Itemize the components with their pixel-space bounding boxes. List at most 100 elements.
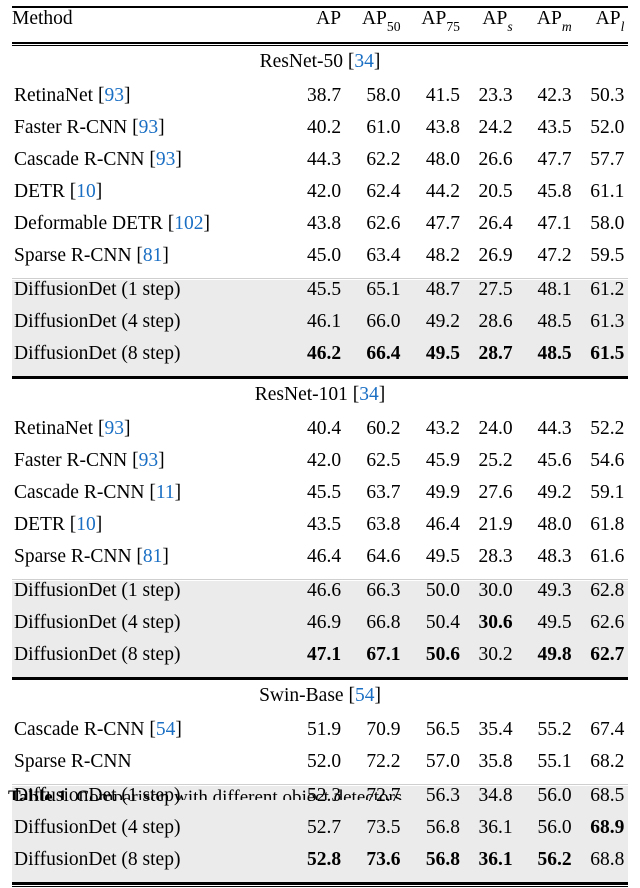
- row-spacer: [624, 645, 628, 677]
- cell-method: DiffusionDet (8 step): [12, 850, 289, 882]
- table-caption: Table 1. Comparison with different objec…: [8, 786, 632, 800]
- column-header-label: AP: [361, 8, 387, 29]
- cell-method: DETR [10]: [12, 515, 288, 547]
- row-spacer: [624, 246, 628, 278]
- method-citation[interactable]: [54]: [149, 719, 182, 740]
- cell-value: 57.7: [590, 149, 625, 170]
- section-header-cell: ResNet-50 [34]: [12, 48, 628, 86]
- method-citation[interactable]: [93]: [98, 85, 131, 106]
- cell-value: 24.0: [478, 418, 513, 439]
- cell-value: 63.4: [366, 245, 401, 266]
- cell-apl: 57.7: [572, 149, 625, 182]
- method-citation[interactable]: [93]: [132, 117, 165, 138]
- cell-value: 46.1: [306, 311, 342, 332]
- method-citation[interactable]: [10]: [70, 514, 103, 535]
- cell-aps: 35.4: [460, 720, 513, 752]
- cell-ap75: 50.6: [400, 645, 460, 677]
- cell-value: 52.7: [306, 817, 342, 838]
- column-header-subscript: 75: [446, 19, 460, 35]
- method-name: DiffusionDet (1 step): [14, 580, 181, 601]
- cell-aps: 36.1: [459, 818, 513, 850]
- table-row: DiffusionDet (1 step) 46.6 66.3 50.0 30.0 49.…: [12, 581, 628, 613]
- cell-value: 45.5: [306, 482, 342, 503]
- method-name: DiffusionDet (8 step): [14, 343, 181, 364]
- method-citation[interactable]: [11]: [149, 482, 181, 503]
- section-backbone-label: Swin-Base: [259, 685, 349, 706]
- column-header-ap50: AP50: [341, 8, 401, 42]
- cell-value: 59.1: [590, 482, 625, 503]
- cell-ap: 46.1: [288, 311, 342, 344]
- cell-aps: 24.2: [460, 118, 513, 150]
- method-citation[interactable]: [93]: [132, 450, 165, 471]
- cell-value: 44.2: [425, 181, 460, 202]
- cell-value: 49.2: [537, 482, 572, 503]
- cell-ap: 46.2: [288, 344, 342, 376]
- method-citation[interactable]: [93]: [149, 149, 182, 170]
- caption-label: Table 1.: [8, 787, 72, 800]
- cell-value: 68.2: [590, 751, 625, 772]
- cell-value: 30.0: [478, 580, 513, 601]
- cell-value: 47.2: [537, 245, 572, 266]
- cell-aps: 30.0: [459, 580, 513, 613]
- section-citation[interactable]: [34]: [353, 384, 386, 405]
- cell-apl: 59.5: [572, 246, 624, 278]
- cell-value: 61.0: [366, 117, 401, 138]
- cell-apl: 52.2: [572, 419, 624, 451]
- column-header-label: Method: [12, 8, 73, 29]
- cell-ap75: 43.8: [401, 118, 460, 150]
- method-citation[interactable]: [93]: [98, 418, 131, 439]
- method-citation[interactable]: [81]: [136, 546, 169, 567]
- method-citation[interactable]: [81]: [136, 245, 169, 266]
- cell-ap50: 63.8: [341, 515, 400, 547]
- method-name: RetinaNet: [14, 418, 98, 439]
- cell-method: DETR [10]: [12, 182, 288, 214]
- cell-value: 61.2: [590, 279, 625, 300]
- cell-value: 70.9: [366, 719, 401, 740]
- cell-value: 43.5: [306, 514, 342, 535]
- method-name: Sparse R-CNN: [14, 245, 137, 266]
- cell-aps: 28.3: [460, 547, 513, 579]
- cell-method: Sparse R-CNN [81]: [12, 547, 288, 579]
- cell-ap75: 48.2: [401, 246, 460, 278]
- cell-value: 48.0: [537, 514, 572, 535]
- section-citation[interactable]: [54]: [348, 685, 381, 706]
- cell-aps: 28.6: [459, 312, 513, 344]
- cell-ap75: 41.5: [401, 86, 460, 118]
- cell-value: 62.7: [590, 644, 625, 665]
- cell-value: 50.0: [425, 580, 460, 601]
- cell-value: 67.4: [590, 719, 625, 740]
- cell-value: 50.4: [425, 612, 460, 633]
- cell-value: 67.1: [366, 644, 401, 665]
- method-citation[interactable]: [10]: [70, 181, 103, 202]
- table-head: Method AP AP50 AP75 APs APm APl: [12, 6, 628, 48]
- section-header-cell: ResNet-101 [34]: [12, 381, 628, 419]
- cell-value: 52.0: [590, 117, 625, 138]
- table-row: DiffusionDet (4 step) 52.7 73.5 56.8 36.1 56.…: [12, 818, 628, 850]
- section-backbone-label: ResNet-101: [254, 384, 353, 405]
- table-row: DETR [10] 43.5 63.8 46.4 21.9 48.0 61.8: [12, 515, 628, 547]
- cell-ap50: 73.5: [341, 818, 401, 850]
- cell-apm: 47.2: [513, 246, 572, 278]
- cell-method: DiffusionDet (8 step): [12, 343, 289, 376]
- cell-value: 50.3: [590, 85, 625, 106]
- cell-value: 49.5: [537, 612, 572, 633]
- cell-ap75: 56.8: [400, 850, 460, 882]
- section-header-cell: Swin-Base [54]: [12, 682, 628, 720]
- method-name: Cascade R-CNN: [14, 719, 150, 740]
- cell-value: 55.2: [537, 719, 572, 740]
- cell-value: 42.0: [306, 181, 342, 202]
- method-citation[interactable]: [102]: [168, 213, 210, 234]
- cell-value: 47.1: [306, 644, 342, 665]
- cell-value: 42.3: [537, 85, 572, 106]
- cell-value: 41.5: [425, 85, 460, 106]
- cell-method: Sparse R-CNN: [12, 752, 288, 784]
- cell-ap75: 50.0: [400, 580, 460, 613]
- cell-value: 66.4: [366, 343, 401, 364]
- cell-apl: 61.6: [572, 547, 624, 579]
- section-citation[interactable]: [34]: [348, 51, 381, 72]
- cell-apl: 61.8: [572, 515, 624, 547]
- cell-apm: 45.8: [513, 182, 572, 214]
- row-spacer: [624, 312, 628, 344]
- cell-value: 48.3: [537, 546, 572, 567]
- table-row: DETR [10] 42.0 62.4 44.2 20.5 45.8 61.1: [12, 182, 628, 214]
